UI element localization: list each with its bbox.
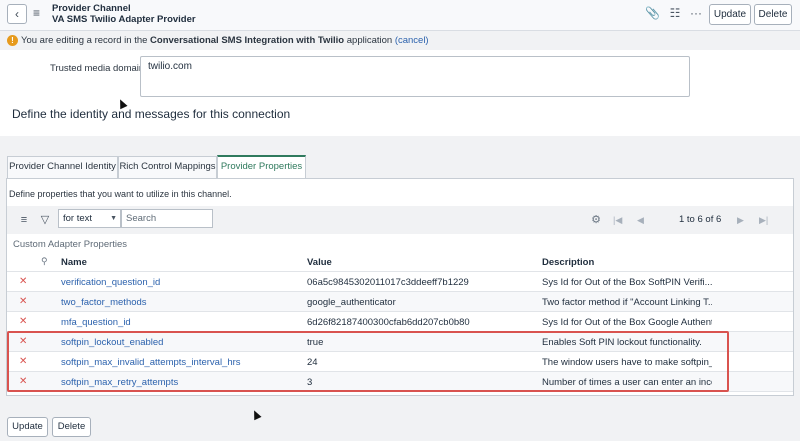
search-field-select-value: for text xyxy=(63,213,93,224)
update-button[interactable]: Update xyxy=(709,4,751,25)
gear-icon[interactable]: ⚙ xyxy=(589,213,603,227)
property-description[interactable]: Two factor method if "Account Linking T.… xyxy=(542,297,712,308)
highlight-annotation xyxy=(7,331,729,392)
property-name-link[interactable]: verification_question_id xyxy=(61,277,160,288)
delete-button[interactable]: Delete xyxy=(754,4,792,25)
related-list-tabs: Provider Channel Identity Rich Control M… xyxy=(0,136,800,178)
table-caption: Custom Adapter Properties xyxy=(13,239,128,250)
tab-provider-properties[interactable]: Provider Properties xyxy=(217,155,306,178)
table-header: ⚲ Name Value Description xyxy=(7,252,793,272)
property-name-link[interactable]: two_factor_methods xyxy=(61,297,147,308)
first-page-icon[interactable]: |◀ xyxy=(613,213,622,227)
record-name: VA SMS Twilio Adapter Provider xyxy=(52,14,196,25)
delete-row-icon[interactable]: ✕ xyxy=(19,316,27,327)
more-icon[interactable]: ··· xyxy=(689,6,703,20)
footer-update-button[interactable]: Update xyxy=(7,417,48,437)
banner-suffix: application xyxy=(344,35,395,46)
list-toolbar: ≡ ▽ for text ▼ Search ⚙ |◀ ◀ 1 to 6 of 6 … xyxy=(7,206,793,234)
column-description[interactable]: Description xyxy=(542,257,594,268)
cancel-link[interactable]: (cancel) xyxy=(395,35,429,46)
record-count: 1 to 6 of 6 xyxy=(679,214,722,225)
banner-message: You are editing a record in the Conversa… xyxy=(21,35,429,46)
trusted-media-field[interactable]: twilio.com xyxy=(140,56,690,97)
provider-properties-panel: Define properties that you want to utili… xyxy=(6,178,794,396)
tab-rich-control-mappings[interactable]: Rich Control Mappings xyxy=(118,156,217,178)
column-value[interactable]: Value xyxy=(307,257,332,268)
table-row: ✕ mfa_question_id 6d26f82187400300cfab6d… xyxy=(7,312,793,332)
property-name-link[interactable]: mfa_question_id xyxy=(61,317,131,328)
trusted-media-label: Trusted media domains xyxy=(50,63,149,74)
table-row: ✕ two_factor_methods google_authenticato… xyxy=(7,292,793,312)
paperclip-icon[interactable]: 📎 xyxy=(645,6,660,20)
hamburger-icon[interactable]: ≡ xyxy=(33,7,43,19)
settings-sliders-icon[interactable]: ☷ xyxy=(668,6,682,20)
previous-page-icon[interactable]: ◀ xyxy=(637,213,644,227)
search-icon[interactable]: ⚲ xyxy=(41,256,48,267)
property-value[interactable]: google_authenticator xyxy=(307,297,396,308)
chevron-down-icon: ▼ xyxy=(110,215,117,222)
info-banner: ! You are editing a record in the Conver… xyxy=(0,31,800,50)
form-header: ‹ ≡ Provider Channel VA SMS Twilio Adapt… xyxy=(0,0,800,31)
record-type: Provider Channel xyxy=(52,3,131,14)
footer-delete-button[interactable]: Delete xyxy=(52,417,91,437)
back-icon[interactable]: ‹ xyxy=(7,4,27,24)
list-menu-icon[interactable]: ≡ xyxy=(17,213,31,227)
form-body: Trusted media domains twilio.com Define … xyxy=(0,50,800,136)
banner-prefix: You are editing a record in the xyxy=(21,35,151,46)
delete-row-icon[interactable]: ✕ xyxy=(19,276,27,287)
warning-icon: ! xyxy=(7,35,18,46)
search-input[interactable]: Search xyxy=(121,209,213,228)
last-page-icon[interactable]: ▶| xyxy=(759,213,768,227)
search-field-select[interactable]: for text ▼ xyxy=(58,209,121,228)
property-value[interactable]: 06a5c9845302011017c3ddeeff7b1229 xyxy=(307,277,469,288)
property-value[interactable]: 6d26f82187400300cfab6dd207cb0b80 xyxy=(307,317,470,328)
form-footer: Update Delete xyxy=(0,396,800,441)
next-page-icon[interactable]: ▶ xyxy=(737,213,744,227)
delete-row-icon[interactable]: ✕ xyxy=(19,296,27,307)
column-name[interactable]: Name xyxy=(61,257,87,268)
property-description[interactable]: Sys Id for Out of the Box Google Authent… xyxy=(542,317,712,328)
panel-description: Define properties that you want to utili… xyxy=(9,189,232,199)
section-title: Define the identity and messages for thi… xyxy=(12,107,291,121)
filter-icon[interactable]: ▽ xyxy=(38,213,52,227)
table-row: ✕ verification_question_id 06a5c98453020… xyxy=(7,272,793,292)
banner-app-name: Conversational SMS Integration with Twil… xyxy=(150,35,345,46)
property-description[interactable]: Sys Id for Out of the Box SoftPIN Verifi… xyxy=(542,277,712,288)
tab-provider-channel-identity[interactable]: Provider Channel Identity xyxy=(7,156,118,178)
